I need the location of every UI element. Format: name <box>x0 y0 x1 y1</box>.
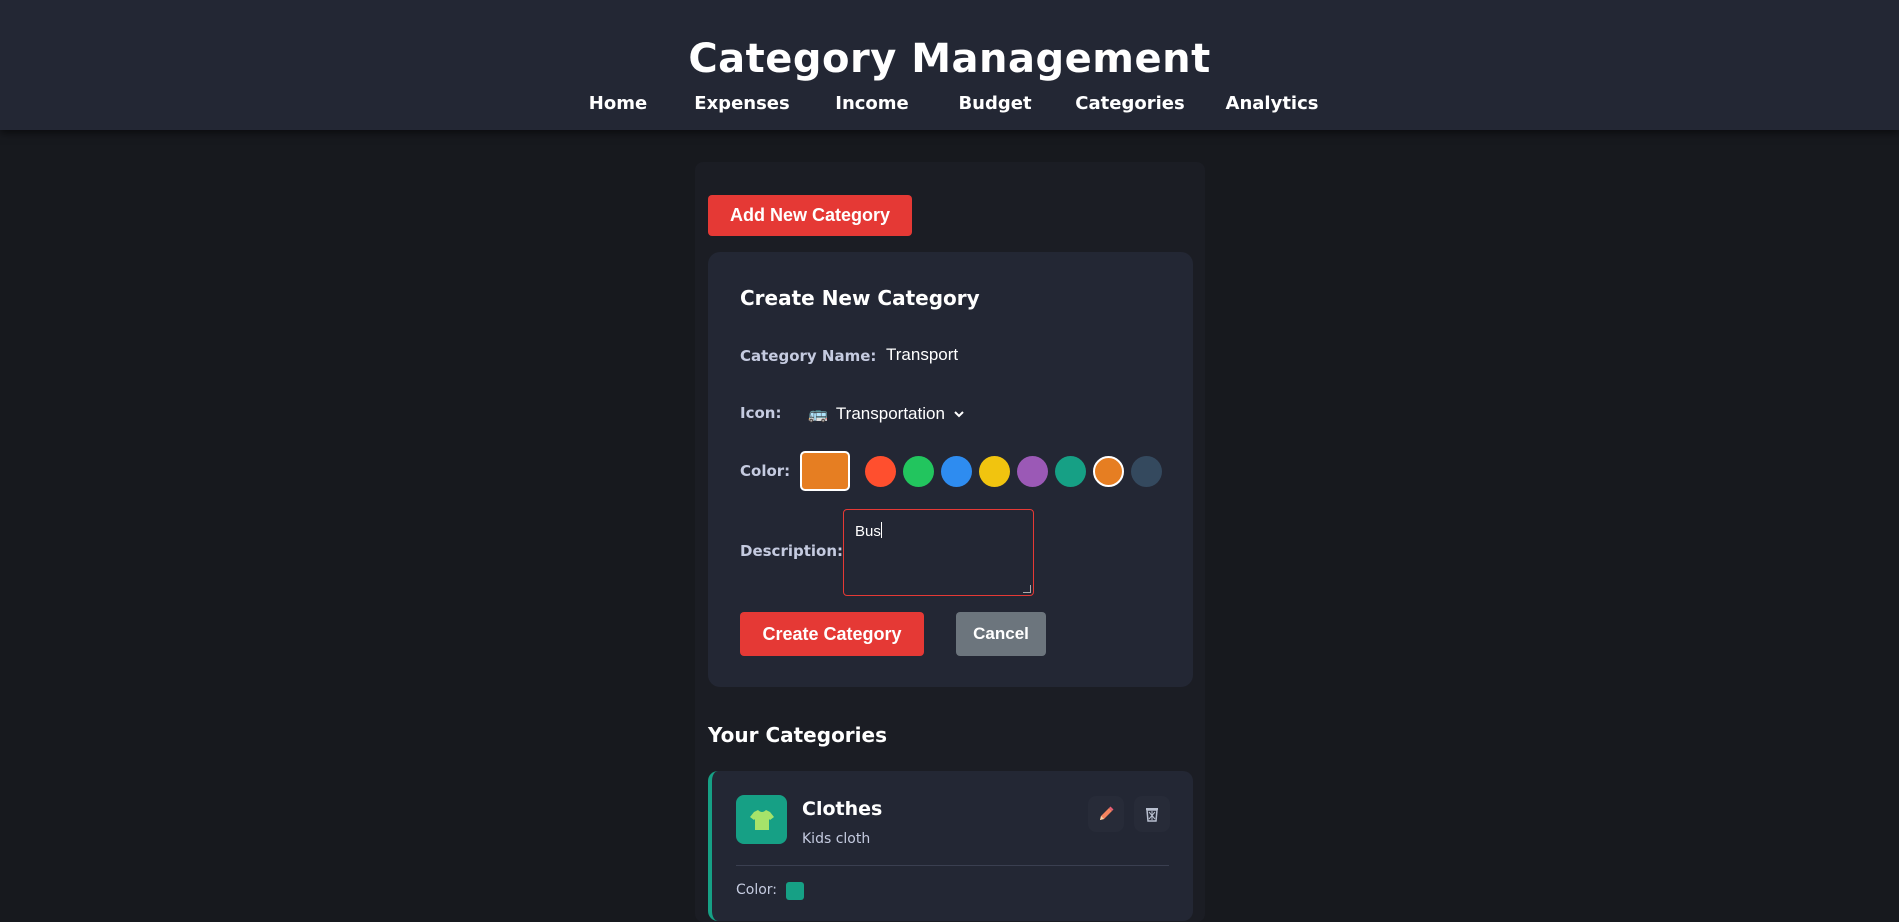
color-swatch-slate[interactable] <box>1131 456 1162 487</box>
add-new-category-button[interactable]: Add New Category <box>708 195 912 236</box>
category-color-label: Color: <box>736 882 778 898</box>
description-text: Bus <box>855 523 881 540</box>
category-color-chip <box>786 882 804 900</box>
icon-label: Icon: <box>740 404 782 422</box>
bus-icon: 🚌 <box>808 406 828 423</box>
create-category-button[interactable]: Create Category <box>740 612 924 656</box>
card-divider <box>736 865 1169 866</box>
color-swatch-red[interactable] <box>865 456 896 487</box>
form-title: Create New Category <box>740 286 980 310</box>
color-swatch-green[interactable] <box>903 456 934 487</box>
color-swatch-orange[interactable] <box>1093 456 1124 487</box>
pencil-icon <box>1100 806 1114 820</box>
category-card: Clothes Kids cloth Color: <box>708 771 1193 921</box>
color-swatch-teal[interactable] <box>1055 456 1086 487</box>
description-textarea[interactable]: Bus <box>843 509 1034 596</box>
tshirt-icon <box>749 809 774 830</box>
page-title: Category Management <box>688 36 1211 82</box>
create-category-form: Create New Category Category Name: Trans… <box>708 252 1193 687</box>
color-label: Color: <box>740 462 791 480</box>
color-swatch-blue[interactable] <box>941 456 972 487</box>
nav-home[interactable]: Home <box>589 93 647 114</box>
cancel-button[interactable]: Cancel <box>956 612 1046 656</box>
your-categories-heading: Your Categories <box>708 723 887 747</box>
resize-handle[interactable] <box>1023 585 1031 593</box>
color-swatch-purple[interactable] <box>1017 456 1048 487</box>
nav-expenses[interactable]: Expenses <box>694 93 789 114</box>
edit-category-button[interactable] <box>1088 796 1124 832</box>
color-swatch-yellow[interactable] <box>979 456 1010 487</box>
category-icon-box <box>736 795 787 844</box>
category-name: Clothes <box>802 798 883 820</box>
description-label: Description: <box>740 542 844 560</box>
wastebasket-icon <box>1146 808 1158 822</box>
text-caret <box>880 522 882 538</box>
app-header: Category Management Home Expenses Income… <box>0 0 1899 130</box>
color-picker[interactable] <box>800 451 850 491</box>
icon-select[interactable]: 🚌 Transportation <box>808 402 965 426</box>
nav-budget[interactable]: Budget <box>958 93 1031 114</box>
delete-category-button[interactable] <box>1134 796 1170 832</box>
chevron-down-icon <box>954 411 964 418</box>
main-nav: Home Expenses Income Budget Categories A… <box>0 93 1899 117</box>
nav-analytics[interactable]: Analytics <box>1226 93 1319 114</box>
nav-categories[interactable]: Categories <box>1075 93 1184 114</box>
category-description: Kids cloth <box>802 831 871 847</box>
category-name-label: Category Name: <box>740 347 877 365</box>
category-name-input[interactable]: Transport <box>886 345 958 365</box>
nav-income[interactable]: Income <box>835 93 909 114</box>
icon-select-value: Transportation <box>835 404 945 423</box>
